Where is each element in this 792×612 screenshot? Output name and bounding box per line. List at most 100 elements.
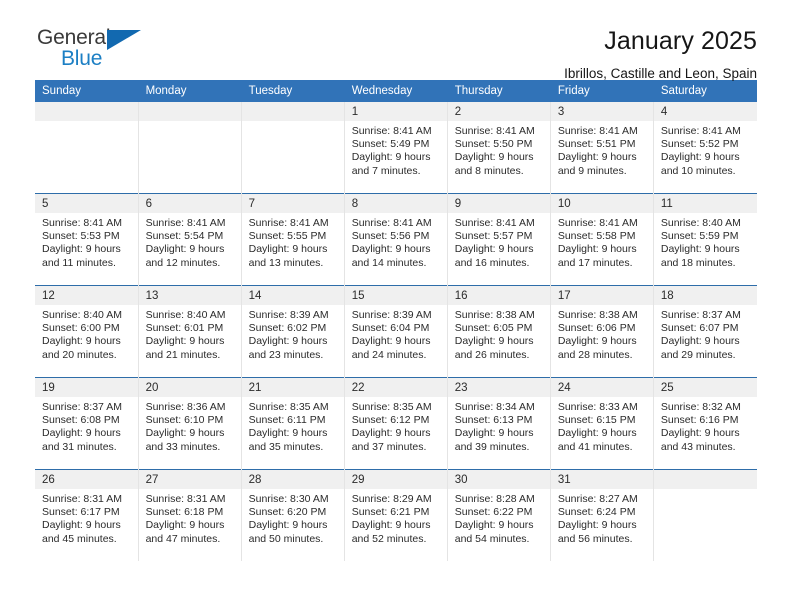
daylight-text: Daylight: 9 hours and 11 minutes. — [42, 243, 121, 269]
calendar-cell-empty — [653, 469, 757, 561]
daylight-text: Daylight: 9 hours and 9 minutes. — [557, 151, 637, 177]
sunset-text: Sunset: 6:17 PM — [42, 506, 120, 519]
daylight-text: Daylight: 9 hours and 8 minutes. — [454, 151, 534, 177]
day-details: Sunrise: 8:36 AM Sunset: 6:10 PM Daylight:… — [139, 397, 241, 454]
sunset-text: Sunset: 6:06 PM — [557, 322, 636, 335]
day-details: Sunrise: 8:37 AM Sunset: 6:07 PM Daylight:… — [654, 305, 757, 362]
day-number: 11 — [653, 194, 757, 213]
calendar-day-cell[interactable]: 10 Sunrise: 8:41 AM Sunset: 5:58 PM Dayligh… — [550, 193, 654, 286]
weekday-header-sunday: Sunday — [35, 80, 139, 102]
day-number: 15 — [344, 286, 447, 305]
calendar-week-row: 5 Sunrise: 8:41 AM Sunset: 5:53 PM Daylight… — [35, 193, 757, 286]
page-title: January 2025 — [604, 27, 757, 55]
calendar-day-cell[interactable]: 27 Sunrise: 8:31 AM Sunset: 6:18 PM Dayligh… — [138, 469, 242, 561]
calendar-day-cell[interactable]: 1 Sunrise: 8:41 AM Sunset: 5:49 PM Daylight… — [344, 102, 448, 194]
day-number — [241, 102, 344, 121]
day-number — [138, 102, 241, 121]
sunrise-text: Sunrise: 8:40 AM — [42, 309, 122, 321]
sunset-text: Sunset: 6:11 PM — [248, 414, 326, 427]
day-number — [35, 102, 138, 121]
sunrise-text: Sunrise: 8:38 AM — [557, 309, 638, 321]
sunset-text: Sunset: 6:21 PM — [351, 506, 430, 519]
triangle-icon — [107, 30, 141, 50]
sunrise-text: Sunrise: 8:40 AM — [145, 309, 226, 321]
calendar-day-cell[interactable]: 20 Sunrise: 8:36 AM Sunset: 6:10 PM Dayligh… — [138, 377, 242, 470]
calendar-day-cell[interactable]: 15 Sunrise: 8:39 AM Sunset: 6:04 PM Dayligh… — [344, 285, 448, 378]
sunset-text: Sunset: 6:00 PM — [42, 322, 120, 335]
sunrise-text: Sunrise: 8:41 AM — [248, 217, 329, 229]
calendar-day-cell[interactable]: 12 Sunrise: 8:40 AM Sunset: 6:00 PM Dayligh… — [35, 285, 139, 378]
day-details: Sunrise: 8:38 AM Sunset: 6:06 PM Daylight:… — [551, 305, 653, 362]
sunrise-text: Sunrise: 8:31 AM — [42, 493, 122, 505]
sunset-text: Sunset: 6:05 PM — [454, 322, 533, 335]
daylight-text: Daylight: 9 hours and 31 minutes. — [42, 427, 121, 453]
day-details: Sunrise: 8:41 AM Sunset: 5:58 PM Daylight:… — [551, 213, 653, 270]
sunset-text: Sunset: 6:02 PM — [248, 322, 327, 335]
calendar-day-cell[interactable]: 19 Sunrise: 8:37 AM Sunset: 6:08 PM Dayligh… — [35, 377, 139, 470]
sunset-text: Sunset: 5:52 PM — [660, 138, 739, 151]
daylight-text: Daylight: 9 hours and 7 minutes. — [351, 151, 431, 177]
sunset-text: Sunset: 5:58 PM — [557, 230, 636, 243]
day-details: Sunrise: 8:41 AM Sunset: 5:50 PM Daylight:… — [448, 121, 550, 178]
calendar-day-cell[interactable]: 18 Sunrise: 8:37 AM Sunset: 6:07 PM Dayligh… — [653, 285, 757, 378]
calendar-week-row: 19 Sunrise: 8:37 AM Sunset: 6:08 PM Dayligh… — [35, 377, 757, 470]
daylight-text: Daylight: 9 hours and 13 minutes. — [248, 243, 328, 269]
day-details: Sunrise: 8:31 AM Sunset: 6:17 PM Daylight:… — [35, 489, 138, 546]
daylight-text: Daylight: 9 hours and 26 minutes. — [454, 335, 534, 361]
calendar-day-cell[interactable]: 29 Sunrise: 8:29 AM Sunset: 6:21 PM Dayligh… — [344, 469, 448, 561]
day-number: 4 — [653, 102, 757, 121]
calendar-header-row: Sunday Monday Tuesday Wednesday Thursday Frid… — [35, 80, 758, 102]
calendar-day-cell[interactable]: 30 Sunrise: 8:28 AM Sunset: 6:22 PM Dayligh… — [447, 469, 551, 561]
calendar-day-cell[interactable]: 16 Sunrise: 8:38 AM Sunset: 6:05 PM Dayligh… — [447, 285, 551, 378]
calendar-table: Sunday Monday Tuesday Wednesday Thursday Frid… — [35, 80, 758, 561]
calendar-day-cell[interactable]: 9 Sunrise: 8:41 AM Sunset: 5:57 PM Daylight… — [447, 193, 551, 286]
daylight-text: Daylight: 9 hours and 52 minutes. — [351, 519, 431, 545]
calendar-day-cell[interactable]: 7 Sunrise: 8:41 AM Sunset: 5:55 PM Daylight… — [241, 193, 345, 286]
calendar-day-cell[interactable]: 31 Sunrise: 8:27 AM Sunset: 6:24 PM Dayligh… — [550, 469, 654, 561]
sunset-text: Sunset: 6:15 PM — [557, 414, 636, 427]
day-number: 13 — [138, 286, 241, 305]
calendar-day-cell[interactable]: 14 Sunrise: 8:39 AM Sunset: 6:02 PM Dayligh… — [241, 285, 345, 378]
sunrise-text: Sunrise: 8:39 AM — [351, 309, 432, 321]
sunset-text: Sunset: 6:18 PM — [145, 506, 224, 519]
calendar-day-cell[interactable]: 26 Sunrise: 8:31 AM Sunset: 6:17 PM Dayligh… — [35, 469, 139, 561]
calendar-day-cell[interactable]: 8 Sunrise: 8:41 AM Sunset: 5:56 PM Daylight… — [344, 193, 448, 286]
calendar-day-cell[interactable]: 22 Sunrise: 8:35 AM Sunset: 6:12 PM Dayligh… — [344, 377, 448, 470]
calendar-page: General Blue January 2025 Ibrillos, Cast… — [0, 0, 792, 612]
weekday-header-monday: Monday — [138, 80, 242, 102]
day-details: Sunrise: 8:41 AM Sunset: 5:57 PM Daylight:… — [448, 213, 550, 270]
calendar-day-cell[interactable]: 5 Sunrise: 8:41 AM Sunset: 5:53 PM Daylight… — [35, 193, 139, 286]
sunrise-text: Sunrise: 8:41 AM — [351, 217, 432, 229]
day-details: Sunrise: 8:29 AM Sunset: 6:21 PM Daylight:… — [345, 489, 447, 546]
calendar-day-cell[interactable]: 6 Sunrise: 8:41 AM Sunset: 5:54 PM Daylight… — [138, 193, 242, 286]
day-number: 19 — [35, 378, 138, 397]
calendar-day-cell[interactable]: 28 Sunrise: 8:30 AM Sunset: 6:20 PM Dayligh… — [241, 469, 345, 561]
day-details: Sunrise: 8:41 AM Sunset: 5:51 PM Daylight:… — [551, 121, 653, 178]
sunset-text: Sunset: 5:51 PM — [557, 138, 636, 151]
sunset-text: Sunset: 5:55 PM — [248, 230, 327, 243]
weekday-header-friday: Friday — [550, 80, 654, 102]
calendar-cell-empty — [241, 102, 345, 194]
calendar-day-cell[interactable]: 3 Sunrise: 8:41 AM Sunset: 5:51 PM Daylight… — [550, 102, 654, 194]
daylight-text: Daylight: 9 hours and 24 minutes. — [351, 335, 431, 361]
day-details: Sunrise: 8:27 AM Sunset: 6:24 PM Daylight:… — [551, 489, 653, 546]
sunrise-text: Sunrise: 8:37 AM — [42, 401, 122, 413]
day-details: Sunrise: 8:31 AM Sunset: 6:18 PM Daylight:… — [139, 489, 241, 546]
sunrise-text: Sunrise: 8:39 AM — [248, 309, 329, 321]
calendar-day-cell[interactable]: 11 Sunrise: 8:40 AM Sunset: 5:59 PM Dayligh… — [653, 193, 757, 286]
sunrise-text: Sunrise: 8:41 AM — [42, 217, 122, 229]
daylight-text: Daylight: 9 hours and 50 minutes. — [248, 519, 328, 545]
calendar-day-cell[interactable]: 21 Sunrise: 8:35 AM Sunset: 6:11 PM Dayligh… — [241, 377, 345, 470]
sunrise-text: Sunrise: 8:41 AM — [351, 125, 432, 137]
calendar-day-cell[interactable]: 23 Sunrise: 8:34 AM Sunset: 6:13 PM Dayligh… — [447, 377, 551, 470]
sunset-text: Sunset: 5:53 PM — [42, 230, 120, 243]
day-number: 10 — [550, 194, 653, 213]
calendar-day-cell[interactable]: 17 Sunrise: 8:38 AM Sunset: 6:06 PM Dayligh… — [550, 285, 654, 378]
calendar-day-cell[interactable]: 4 Sunrise: 8:41 AM Sunset: 5:52 PM Daylight… — [653, 102, 757, 194]
calendar-day-cell[interactable]: 25 Sunrise: 8:32 AM Sunset: 6:16 PM Dayligh… — [653, 377, 757, 470]
calendar-day-cell[interactable]: 24 Sunrise: 8:33 AM Sunset: 6:15 PM Dayligh… — [550, 377, 654, 470]
generalblue-logo[interactable]: General Blue — [35, 26, 187, 80]
day-number: 6 — [138, 194, 241, 213]
calendar-day-cell[interactable]: 2 Sunrise: 8:41 AM Sunset: 5:50 PM Daylight… — [447, 102, 551, 194]
calendar-day-cell[interactable]: 13 Sunrise: 8:40 AM Sunset: 6:01 PM Dayligh… — [138, 285, 242, 378]
